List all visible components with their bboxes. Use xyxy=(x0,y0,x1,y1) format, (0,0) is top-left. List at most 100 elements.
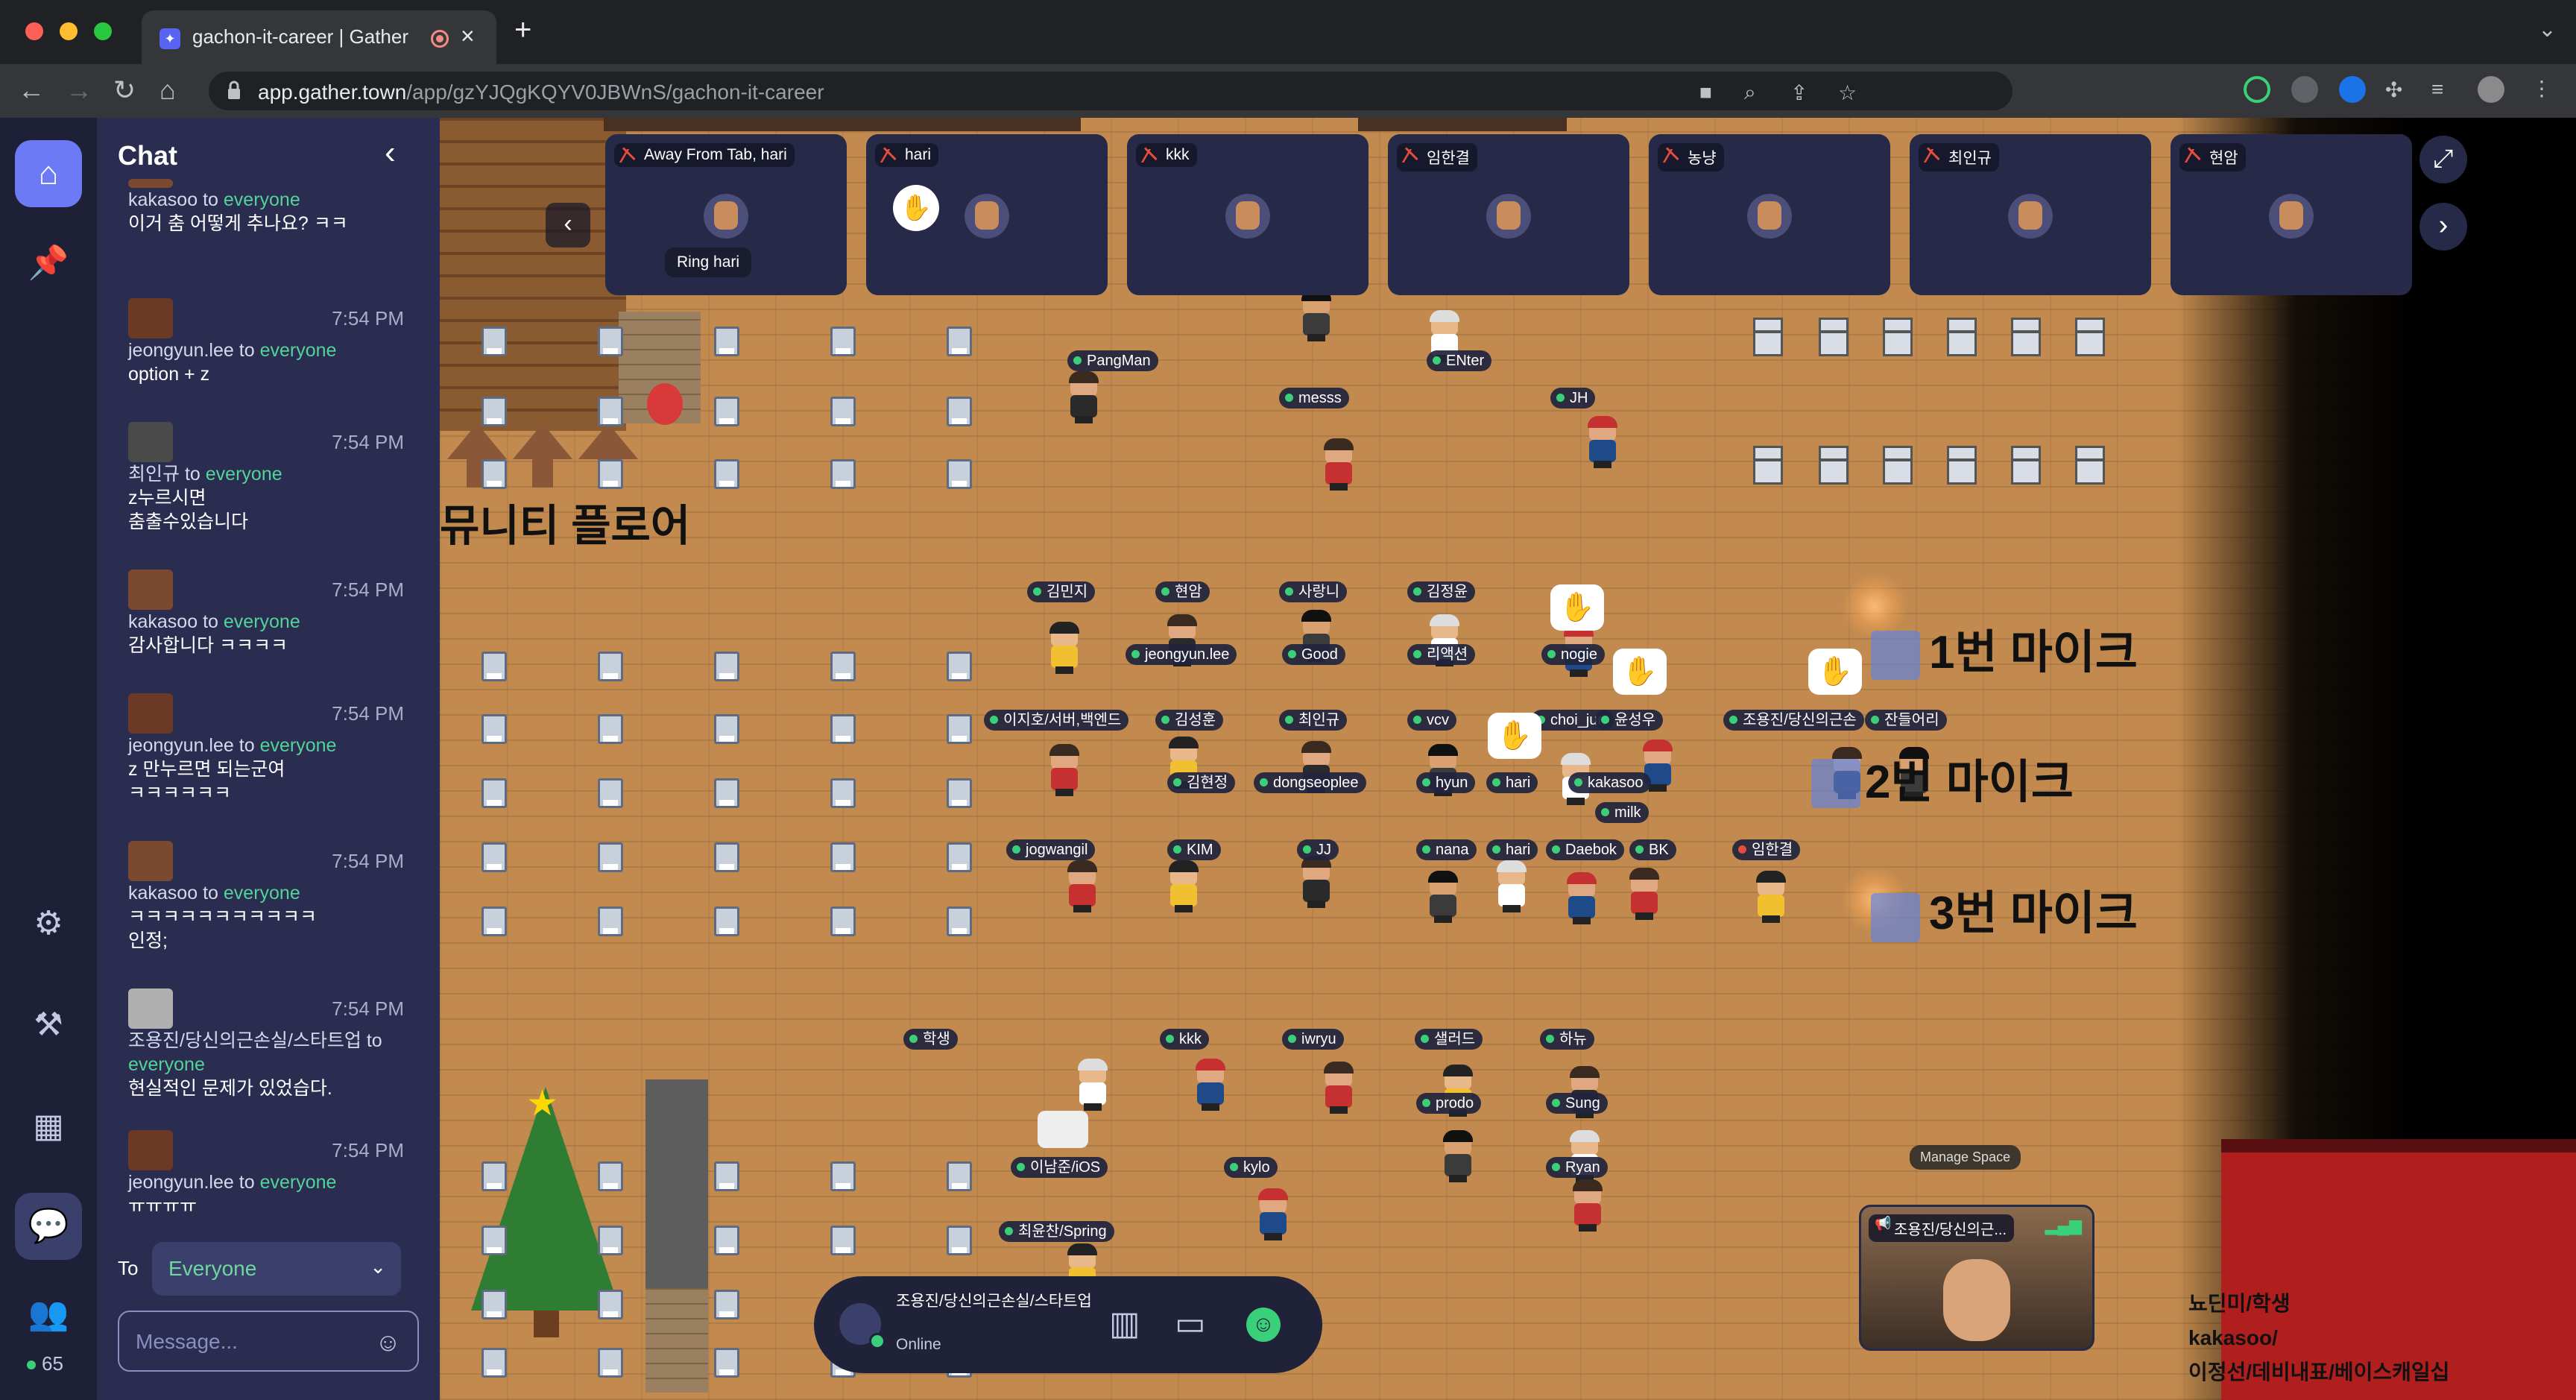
reading-list-icon[interactable]: ≡ xyxy=(2431,78,2443,101)
player-nametag[interactable]: Sung xyxy=(1546,1093,1608,1114)
home-icon[interactable]: ⌂ xyxy=(15,140,82,207)
emoji-reaction-icon[interactable]: ☺ xyxy=(1246,1308,1281,1342)
player-nametag[interactable]: 조용진/당신의근손 xyxy=(1723,710,1864,731)
player-nametag[interactable]: iwryu xyxy=(1282,1029,1344,1050)
window-maximize-button[interactable] xyxy=(94,22,112,40)
recipient-select[interactable]: Everyone ⌄ xyxy=(152,1242,401,1296)
player-nametag[interactable]: dongseoplee xyxy=(1254,772,1366,793)
chat-message-list[interactable]: kakasoo to everyone 이거 춤 어떻게 추나요? ㅋㅋ 7:54 … xyxy=(97,176,440,1257)
avatar[interactable] xyxy=(128,841,173,881)
player-nametag[interactable]: 샐러드 xyxy=(1415,1029,1483,1050)
self-video[interactable]: 조용진/당신의근... ▂▄▆ xyxy=(1859,1205,2094,1351)
video-tile[interactable]: 현암 xyxy=(2171,134,2412,295)
player-avatar[interactable] xyxy=(1073,1059,1112,1111)
extension-broadcast-icon[interactable] xyxy=(2291,76,2318,103)
self-name[interactable]: 조용진/당신의근손실/스타트업 xyxy=(896,1291,1097,1312)
sender-name[interactable]: jeongyun.lee xyxy=(128,735,234,756)
sender-name[interactable]: 조용진/당신의근손실/스타트업 xyxy=(128,1030,362,1051)
player-nametag[interactable]: 현암 xyxy=(1155,581,1210,602)
player-avatar[interactable] xyxy=(1568,1179,1607,1232)
participants-icon[interactable]: 👥 xyxy=(15,1281,82,1348)
player-avatar[interactable] xyxy=(1424,871,1462,923)
player-nametag[interactable]: hari xyxy=(1486,772,1538,793)
player-nametag[interactable]: hari xyxy=(1486,839,1538,860)
player-nametag[interactable]: messs xyxy=(1279,388,1349,409)
sender-name[interactable]: kakasoo xyxy=(128,883,198,904)
camera-icon[interactable]: ■ xyxy=(1699,81,1712,104)
avatar[interactable] xyxy=(128,693,173,734)
bookmark-star-icon[interactable]: ☆ xyxy=(1838,81,1857,105)
player-nametag[interactable]: 최윤찬/Spring xyxy=(999,1221,1114,1242)
tab-search-chevron-icon[interactable]: ⌄ xyxy=(2538,16,2557,42)
video-tile[interactable]: 최인규 xyxy=(1910,134,2151,295)
player-nametag[interactable]: JH xyxy=(1550,388,1596,409)
whiteboard-object[interactable] xyxy=(1038,1111,1088,1148)
self-avatar[interactable] xyxy=(839,1303,886,1349)
player-nametag[interactable]: 김정윤 xyxy=(1407,581,1476,602)
player-nametag[interactable]: jogwangil xyxy=(1006,839,1096,860)
player-nametag[interactable]: ENter xyxy=(1427,350,1492,371)
player-nametag[interactable]: Good xyxy=(1282,644,1345,665)
player-nametag[interactable]: 사랑니 xyxy=(1279,581,1348,602)
extension-react-icon[interactable] xyxy=(2339,76,2366,103)
tiles-next-chevron-icon[interactable]: › xyxy=(2419,203,2467,250)
player-avatar[interactable] xyxy=(1254,1188,1292,1240)
player-avatar[interactable] xyxy=(1164,860,1203,912)
window-minimize-button[interactable] xyxy=(60,22,78,40)
player-nametag[interactable]: 리액션 xyxy=(1407,644,1476,665)
player-nametag[interactable]: Daebok xyxy=(1546,839,1624,860)
balloon-object[interactable] xyxy=(647,383,683,425)
player-avatar[interactable] xyxy=(1583,416,1622,468)
player-avatar[interactable] xyxy=(1752,871,1790,923)
player-nametag[interactable]: kkk xyxy=(1160,1029,1209,1050)
reload-icon[interactable]: ↻ xyxy=(113,75,136,106)
avatar[interactable] xyxy=(128,1130,173,1170)
player-avatar[interactable] xyxy=(1297,289,1336,341)
player-nametag[interactable]: 임한결 xyxy=(1732,839,1801,860)
player-avatar[interactable] xyxy=(1063,860,1102,912)
player-nametag[interactable]: kakasoo xyxy=(1568,772,1651,793)
player-nametag[interactable]: 김현정 xyxy=(1167,772,1236,793)
player-nametag[interactable]: 하뉴 xyxy=(1540,1029,1594,1050)
player-avatar[interactable] xyxy=(1492,860,1531,912)
player-nametag[interactable]: nogie xyxy=(1541,644,1605,665)
back-arrow-icon[interactable]: ← xyxy=(18,75,45,106)
avatar[interactable] xyxy=(128,570,173,610)
sender-name[interactable]: jeongyun.lee xyxy=(128,340,234,361)
player-avatar[interactable] xyxy=(1045,622,1084,674)
sender-name[interactable]: jeongyun.lee xyxy=(128,1172,234,1193)
player-avatar[interactable] xyxy=(1191,1059,1230,1111)
player-nametag[interactable]: milk xyxy=(1595,802,1649,823)
player-nametag[interactable]: 최인규 xyxy=(1279,710,1348,731)
player-nametag[interactable]: kylo xyxy=(1224,1157,1278,1178)
tiles-prev-chevron-icon[interactable]: ‹ xyxy=(546,203,590,247)
sender-name[interactable]: kakasoo xyxy=(128,189,198,210)
player-nametag[interactable]: 잔들어리 xyxy=(1865,710,1947,731)
browser-menu-icon[interactable]: ⋮ xyxy=(2531,76,2552,101)
player-nametag[interactable]: Ryan xyxy=(1546,1157,1608,1178)
extensions-puzzle-icon[interactable]: ✣ xyxy=(2385,78,2402,102)
share-icon[interactable]: ⇪ xyxy=(1790,81,1808,105)
player-avatar[interactable] xyxy=(1439,1130,1477,1182)
tab-close-icon[interactable]: × xyxy=(461,22,475,50)
pin-icon[interactable]: 📌 xyxy=(15,230,82,297)
player-nametag[interactable]: PangMan xyxy=(1067,350,1158,371)
forward-arrow-icon[interactable]: → xyxy=(66,75,92,106)
player-nametag[interactable]: prodo xyxy=(1416,1093,1482,1114)
player-nametag[interactable]: 윤성우 xyxy=(1595,710,1664,731)
player-avatar[interactable] xyxy=(1625,868,1664,920)
self-status[interactable]: Online xyxy=(896,1336,941,1354)
player-nametag[interactable]: KIM xyxy=(1167,839,1221,860)
settings-gear-icon[interactable]: ⚙ xyxy=(15,890,82,957)
collapse-chevron-left-icon[interactable]: ‹ xyxy=(385,134,396,171)
game-map[interactable]: 뮤니티 플로어 ★ PangMan messs ENter JH 김민지 현암 사랑니 김정윤… xyxy=(440,118,2576,1400)
message-input[interactable]: Message... ☺ xyxy=(118,1311,419,1372)
screen-share-icon[interactable]: ▭ xyxy=(1175,1305,1206,1343)
sender-name[interactable]: 최인규 xyxy=(128,464,180,485)
player-nametag[interactable]: 김민지 xyxy=(1027,581,1096,602)
player-nametag[interactable]: nana xyxy=(1416,839,1477,860)
player-nametag[interactable]: 학생 xyxy=(903,1029,958,1050)
new-tab-button[interactable]: + xyxy=(514,13,531,47)
address-bar[interactable]: app.gather.town/app/gzYJQgKQYV0JBWnS/gac… xyxy=(209,72,2012,110)
player-nametag[interactable]: vcv xyxy=(1407,710,1456,731)
